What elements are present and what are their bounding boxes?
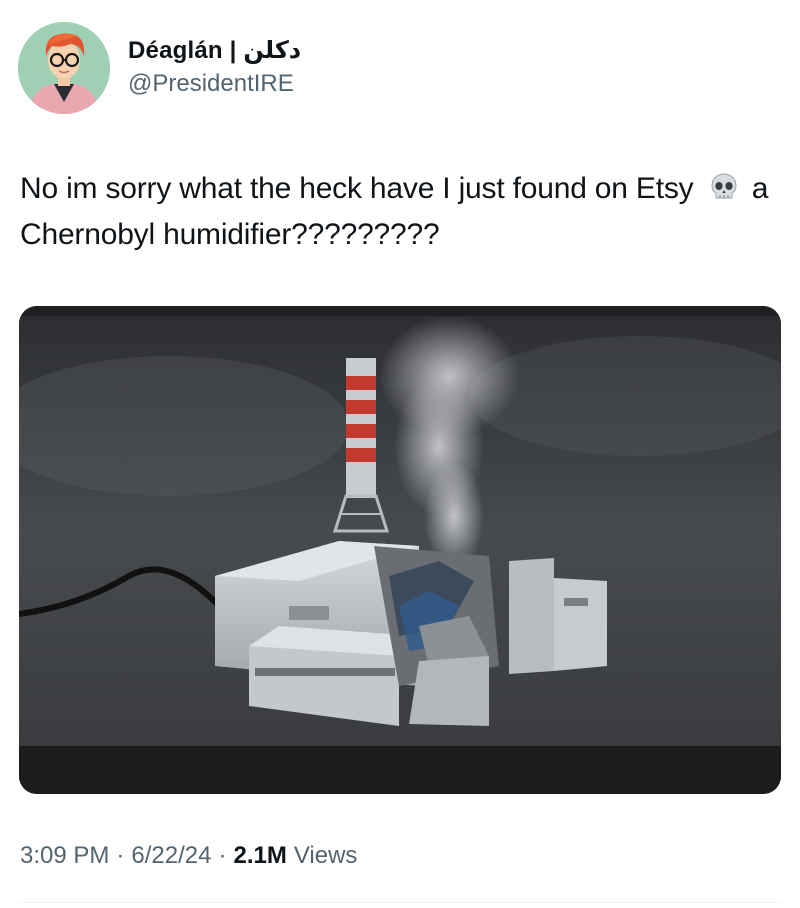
meta-separator: ·	[116, 842, 125, 869]
avatar[interactable]	[18, 22, 110, 114]
avatar-illustration	[18, 22, 110, 114]
tweet-text-part-1: No im sorry what the heck have I just fo…	[20, 172, 702, 205]
display-name[interactable]: Déaglán | دكلن	[128, 36, 301, 66]
tweet-text: No im sorry what the heck have I just fo…	[20, 166, 780, 258]
tweet-time[interactable]: 3:09 PM	[20, 842, 109, 870]
meta-separator: ·	[218, 842, 227, 869]
tweet-date[interactable]: 6/22/24	[131, 842, 211, 870]
tweet-header: Déaglán | دكلن @PresidentIRE	[18, 22, 301, 114]
tweet-media-photo[interactable]	[19, 306, 781, 794]
humidifier-photo	[19, 306, 781, 794]
tweet-meta: 3:09 PM · 6/22/24 · 2.1M Views	[20, 842, 357, 870]
views-count[interactable]: 2.1M	[233, 842, 286, 870]
divider	[20, 902, 780, 903]
views-label[interactable]: Views	[294, 842, 358, 870]
user-handle[interactable]: @PresidentIRE	[128, 68, 301, 100]
skull-icon	[708, 171, 740, 203]
author-names: Déaglán | دكلن @PresidentIRE	[128, 36, 301, 100]
